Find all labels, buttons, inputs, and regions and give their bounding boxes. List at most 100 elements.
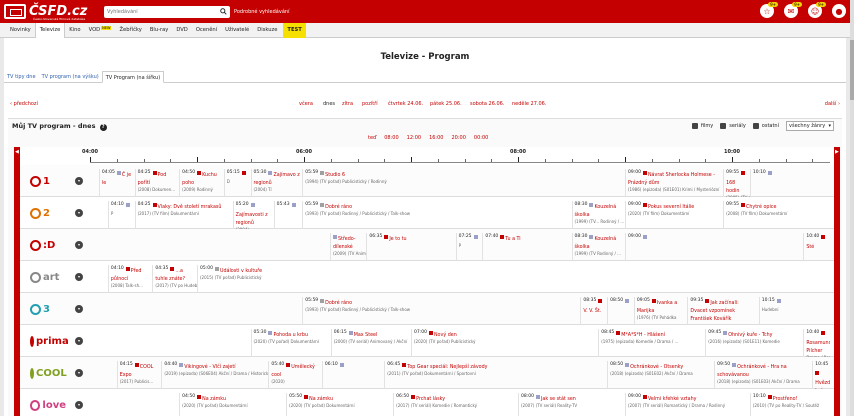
menu-item-novinky[interactable]: Novinky: [6, 23, 35, 38]
program-title[interactable]: Je to tu: [389, 237, 406, 242]
channel-logo[interactable]: art: [30, 270, 66, 284]
filter-checkbox-ostatní[interactable]: [752, 123, 759, 129]
channel-logo[interactable]: love: [30, 398, 66, 412]
genre-select[interactable]: všechny žánry: [786, 121, 834, 131]
program-title[interactable]: Na zámku: [202, 397, 226, 402]
channel-logo[interactable]: 1: [30, 174, 66, 188]
channel-logo[interactable]: :D: [30, 238, 66, 252]
advanced-search-link[interactable]: Podrobné vyhledávání: [234, 9, 289, 15]
program-item[interactable]: 09:00 Velmi křehké vztahy (2007) (TV seriá…: [625, 393, 750, 416]
axis-tick: [785, 159, 787, 162]
program-title[interactable]: Dobré ráno: [325, 301, 352, 306]
channel-logo[interactable]: 2: [30, 206, 66, 220]
program-title[interactable]: Max Steel: [354, 333, 378, 338]
program-title[interactable]: Pokus severní Itálie: [648, 205, 694, 210]
menu-item-blu-ray[interactable]: Blu-ray: [146, 23, 173, 38]
channel-menu-icon[interactable]: ▾: [75, 241, 83, 249]
day-link-4[interactable]: čtvrtek 24.06.: [388, 101, 423, 107]
channel-menu-icon[interactable]: ▾: [75, 177, 83, 185]
time-link-2[interactable]: 12:00: [407, 135, 421, 141]
time-link-5[interactable]: 00:00: [474, 135, 488, 141]
menu-item-uživatelé[interactable]: Uživatelé: [221, 23, 253, 38]
day-link-6[interactable]: sobota 26.06.: [470, 101, 504, 107]
program-title[interactable]: Nový den: [434, 333, 457, 338]
prev-day-link[interactable]: ‹ předchozí: [10, 101, 38, 108]
program-title[interactable]: Velmi křehké vztahy: [648, 397, 697, 402]
program-item[interactable]: 04:50 Na zámku (2020) (TV pořad) Dokumentá…: [179, 393, 286, 416]
search-icon[interactable]: [220, 8, 227, 15]
time-link-0[interactable]: teď: [368, 135, 376, 141]
day-link-7[interactable]: neděle 27.06.: [512, 101, 546, 107]
page-scrollbar[interactable]: [850, 0, 854, 416]
channel-menu-icon[interactable]: ▾: [75, 369, 83, 377]
program-title[interactable]: Top Gear speciál: Nejlepší závody: [407, 365, 487, 370]
channel-menu-icon[interactable]: ▾: [75, 209, 83, 217]
menu-item-žebříčky[interactable]: Žebříčky: [115, 23, 145, 38]
day-link-1[interactable]: dnes: [323, 101, 335, 107]
time-link-1[interactable]: 08:00: [384, 135, 398, 141]
program-title[interactable]: V. V. Št.: [583, 309, 601, 314]
day-link-2[interactable]: zítra: [342, 101, 353, 107]
program-title[interactable]: 168 hodin: [726, 181, 739, 194]
program-title[interactable]: Na zámku: [309, 397, 333, 402]
channel-menu-icon[interactable]: ▾: [75, 337, 83, 345]
subtab-1[interactable]: TV program (na výšku): [39, 71, 102, 83]
program-item[interactable]: 06:50 Prchat lásky (2017) (TV seriál) Kome…: [393, 393, 518, 416]
program-title[interactable]: Studio 6: [325, 173, 345, 178]
menu-item-ocenění[interactable]: Ocenění: [192, 23, 221, 38]
day-link-5[interactable]: pátek 25.06.: [430, 101, 462, 107]
time-link-3[interactable]: 16:00: [429, 135, 443, 141]
program-title[interactable]: Zajímavosti z regionů: [236, 213, 268, 226]
program-title[interactable]: Ohnivý kuře - Tchy: [728, 333, 772, 338]
channel-menu-icon[interactable]: ▾: [75, 305, 83, 313]
help-icon[interactable]: ?: [99, 124, 107, 131]
program-title[interactable]: Tu a Ti: [505, 237, 520, 242]
channel-logo[interactable]: prima: [30, 334, 69, 348]
filter-checkbox-filmy[interactable]: [691, 123, 698, 129]
channel-menu-icon[interactable]: ▾: [75, 401, 83, 409]
scroll-right-button[interactable]: ▶: [834, 147, 840, 416]
program-title[interactable]: Ochránkové - Otsenky: [630, 365, 683, 370]
film-marker-icon: [642, 395, 647, 399]
program-title[interactable]: Události v kultuře: [220, 269, 262, 274]
menu-item-diskuze[interactable]: Diskuze: [253, 23, 281, 38]
program-title[interactable]: Pohoda u krbu: [273, 333, 308, 338]
day-link-0[interactable]: včera: [299, 101, 313, 107]
program-title[interactable]: Prchat lásky: [416, 397, 445, 402]
filter-checkbox-seriály[interactable]: [720, 123, 727, 129]
program-item[interactable]: 05:50 Na zámku (2020) (TV pořad) Dokumentá…: [286, 393, 393, 416]
site-logo[interactable]: ČSFD.cz Česko-Slovenská filmová databáze: [4, 3, 104, 21]
program-title[interactable]: Sté: [806, 245, 814, 250]
bell-icon[interactable]: ☆ 9+: [760, 2, 778, 18]
menu-item-kino[interactable]: Kino: [65, 23, 84, 38]
time-link-4[interactable]: 20:00: [451, 135, 465, 141]
scrollbar-thumb[interactable]: [850, 40, 854, 100]
subtab-0[interactable]: TV tipy dne: [4, 71, 39, 83]
program-item[interactable]: 10:10 Prostřeno! (2010) (TV po Reality-TV …: [749, 393, 820, 416]
channel-menu-icon[interactable]: ▾: [75, 273, 83, 281]
menu-item-test[interactable]: TEST: [283, 23, 306, 38]
menu-item-televize[interactable]: Televize: [34, 23, 66, 38]
search-input[interactable]: [104, 6, 212, 18]
channel-logo[interactable]: 3: [30, 302, 66, 316]
menu-item-dvd[interactable]: DVD: [172, 23, 191, 38]
program-title[interactable]: Vlaky: Dvě století mrakasů: [158, 205, 222, 210]
program-title[interactable]: Jak začínali: Dvacet vzpomínek František…: [690, 301, 738, 322]
program-title[interactable]: Návrat Sherlocka Holmese - Prázdný dům: [628, 173, 715, 186]
program-title[interactable]: Vikingové - Vlčí zajetí: [184, 365, 235, 370]
next-day-link[interactable]: další ›: [825, 101, 840, 108]
friends-icon[interactable]: ☺ 9+: [808, 2, 826, 18]
channel-logo[interactable]: COOL: [30, 366, 67, 380]
program-title[interactable]: Rosamunde Pilcher: [806, 341, 830, 354]
day-link-3[interactable]: pozítří: [362, 101, 378, 107]
user-avatar-icon[interactable]: ●: [832, 4, 846, 18]
program-title[interactable]: Prostřeno!: [773, 397, 798, 402]
program-item[interactable]: 08:00 Jak se stát sen (2007) (TV seriál) R…: [518, 393, 625, 416]
subtab-2[interactable]: TV Program (na šířku): [101, 71, 165, 83]
program-title[interactable]: Dobré ráno: [325, 205, 352, 210]
messages-icon[interactable]: ✉ 9+: [784, 2, 802, 18]
program-title[interactable]: Chytré opice: [746, 205, 776, 210]
program-title[interactable]: Jak se stát sen: [541, 397, 576, 402]
program-title[interactable]: M*A*S*H - Hlášení: [621, 333, 665, 338]
menu-item-vod[interactable]: VOD NEW: [85, 23, 116, 38]
